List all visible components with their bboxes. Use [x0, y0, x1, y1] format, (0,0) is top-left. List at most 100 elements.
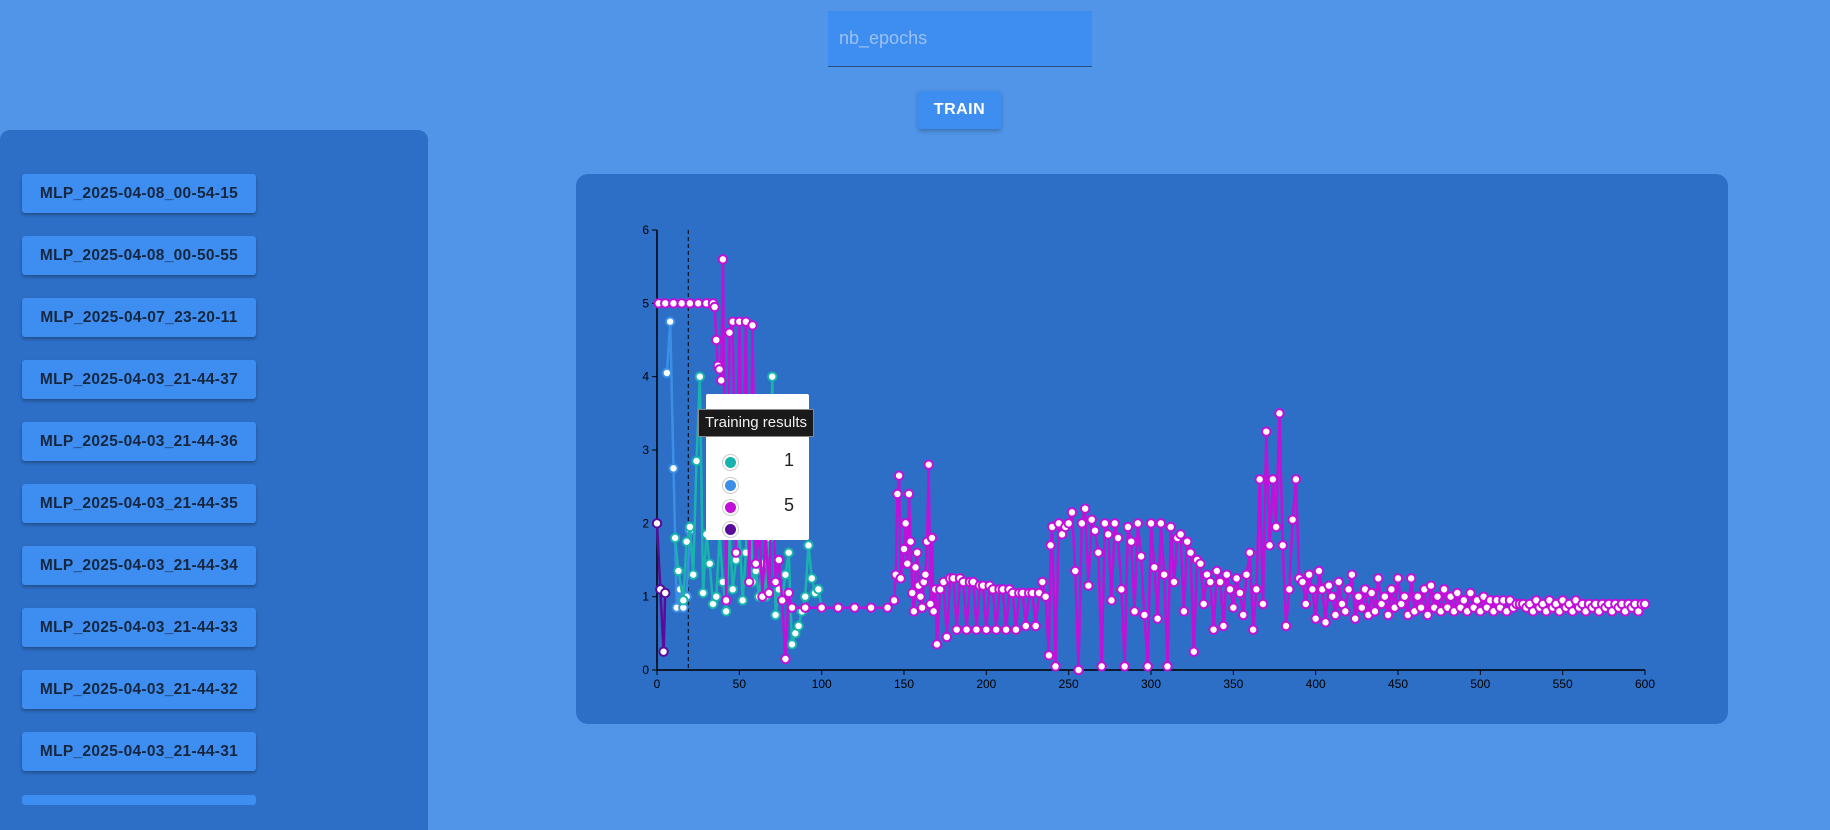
data-point	[1122, 521, 1134, 533]
data-point	[800, 591, 811, 602]
epochs-field[interactable]	[828, 11, 1092, 67]
data-point	[668, 463, 679, 474]
model-button[interactable]: MLP_2025-04-03_21-44-34	[22, 546, 256, 585]
data-point	[776, 595, 788, 606]
data-point	[1132, 518, 1144, 529]
data-point	[920, 569, 931, 580]
data-point	[1458, 595, 1470, 606]
data-point	[1313, 565, 1325, 577]
data-point	[1152, 613, 1163, 624]
data-point	[711, 334, 722, 346]
x-tick-label: 100	[812, 677, 832, 691]
data-point	[1333, 576, 1344, 588]
data-point	[892, 488, 903, 500]
model-button[interactable]: MLP_2025-04-08_00-54-15	[22, 174, 256, 213]
model-button[interactable]: MLP_2025-04-08_00-50-55	[22, 236, 256, 275]
data-point	[1076, 518, 1088, 529]
data-point	[915, 591, 926, 602]
data-point	[1086, 514, 1097, 525]
data-point	[664, 316, 676, 327]
data-point	[1349, 613, 1361, 624]
data-point	[1303, 569, 1315, 580]
data-point	[1096, 661, 1107, 672]
model-button[interactable]: MLP_2025-04-03_21-44-32	[22, 670, 256, 709]
data-point	[1257, 598, 1269, 610]
data-point	[1000, 624, 1012, 635]
data-point	[691, 455, 702, 467]
data-point	[681, 536, 692, 547]
data-point	[1073, 664, 1084, 676]
data-point	[786, 602, 798, 613]
x-tick-label: 300	[1141, 677, 1161, 691]
data-point	[1392, 573, 1404, 584]
data-point	[893, 470, 905, 481]
data-point	[1323, 580, 1335, 591]
data-point	[900, 518, 911, 529]
data-point	[1369, 606, 1381, 617]
model-button-partial[interactable]	[22, 795, 256, 805]
data-point	[676, 298, 687, 309]
data-point	[780, 653, 791, 665]
data-point	[1135, 551, 1147, 562]
data-point	[1261, 426, 1272, 437]
data-point	[1267, 474, 1279, 485]
data-point	[711, 591, 722, 602]
model-button[interactable]: MLP_2025-04-03_21-44-31	[22, 732, 256, 771]
data-point	[903, 488, 915, 500]
data-point	[1386, 584, 1397, 595]
data-point	[1639, 598, 1651, 610]
data-point	[668, 298, 679, 309]
data-point	[1373, 573, 1384, 584]
data-point	[1205, 576, 1216, 588]
data-point	[888, 595, 900, 606]
data-point	[951, 624, 962, 635]
y-tick-label: 1	[642, 590, 649, 604]
data-point	[1158, 569, 1170, 580]
data-point	[1438, 584, 1450, 595]
data-point	[1307, 584, 1318, 595]
data-point	[1280, 620, 1292, 632]
data-point	[1300, 598, 1311, 610]
tooltip-value: 5	[783, 495, 794, 515]
y-tick-label: 0	[642, 663, 649, 677]
data-point	[786, 639, 798, 650]
data-point	[1274, 408, 1285, 419]
data-point	[910, 562, 921, 573]
data-point	[737, 595, 748, 606]
x-tick-label: 350	[1223, 677, 1243, 691]
data-point	[816, 602, 827, 613]
epochs-input[interactable]	[828, 11, 1092, 66]
train-button[interactable]: TRAIN	[918, 91, 1001, 129]
model-button[interactable]: MLP_2025-04-03_21-44-33	[22, 608, 256, 647]
data-point	[923, 459, 934, 470]
data-point	[1330, 609, 1341, 621]
data-point	[1340, 606, 1351, 617]
x-tick-label: 50	[733, 677, 747, 691]
data-point	[1343, 584, 1354, 595]
data-point	[651, 518, 663, 529]
data-point	[1425, 580, 1437, 591]
data-point	[770, 576, 781, 588]
data-point	[941, 631, 953, 643]
data-point	[905, 536, 916, 547]
data-point	[1116, 584, 1127, 595]
data-point	[720, 606, 732, 617]
series-color-dot	[723, 522, 738, 537]
data-point	[669, 532, 681, 544]
data-point	[1045, 540, 1056, 551]
data-point	[1264, 540, 1275, 551]
data-point	[1353, 591, 1364, 602]
model-button[interactable]: MLP_2025-04-03_21-44-35	[22, 484, 256, 523]
data-point	[1020, 620, 1032, 632]
data-point	[1432, 591, 1443, 602]
data-point	[1195, 558, 1206, 569]
x-tick-label: 550	[1553, 677, 1573, 691]
model-button[interactable]: MLP_2025-04-07_23-20-11	[22, 298, 256, 337]
data-point	[660, 298, 671, 309]
data-point	[727, 584, 738, 595]
model-button[interactable]: MLP_2025-04-03_21-44-37	[22, 360, 256, 399]
model-button[interactable]: MLP_2025-04-03_21-44-36	[22, 422, 256, 461]
data-point	[1037, 576, 1048, 588]
data-point	[1310, 613, 1321, 624]
data-point	[882, 602, 893, 613]
